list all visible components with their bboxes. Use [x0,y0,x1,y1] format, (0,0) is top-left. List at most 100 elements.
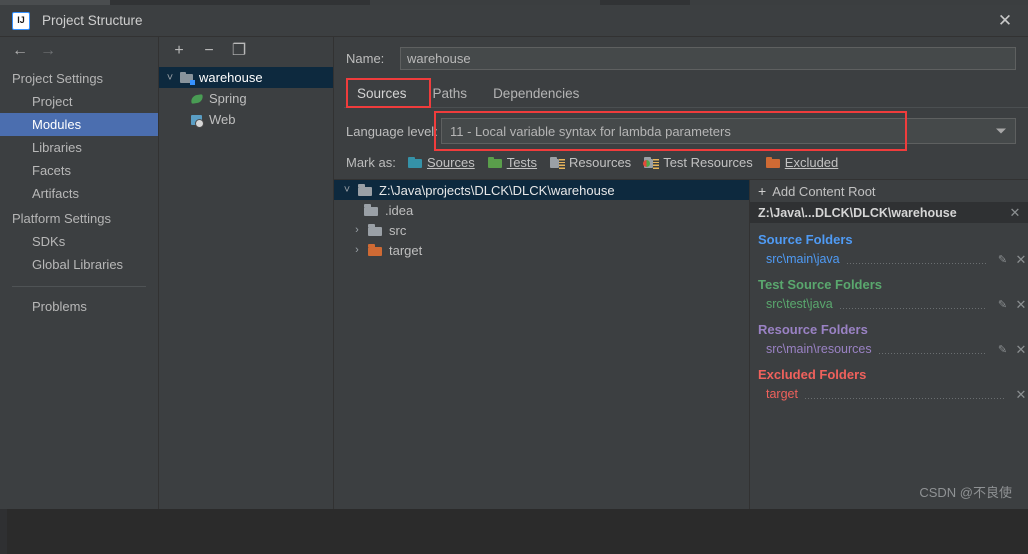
chevron-right-icon[interactable]: › [352,244,362,256]
resource-folder-item[interactable]: src\main\resources ✎ ✕ [758,340,1028,358]
remove-icon[interactable]: ✕ [1014,253,1028,266]
arrow-right-icon[interactable]: → [40,43,56,59]
mark-as-test-resources-label: Test Resources [663,155,753,170]
remove-icon[interactable]: ✕ [1014,298,1028,311]
spring-leaf-icon [190,92,204,106]
source-folder-item[interactable]: src\main\java ✎ ✕ [758,250,1028,268]
modules-tree: ˅ warehouse Spring Web [159,65,333,509]
chevron-down-icon[interactable] [996,128,1006,134]
folder-icon [368,223,383,237]
test-source-folder-item[interactable]: src\test\java ✎ ✕ [758,295,1028,313]
tab-sources[interactable]: Sources [344,82,420,107]
add-content-root-button[interactable]: + Add Content Root [750,180,1028,202]
edit-icon[interactable]: ✎ [996,298,1009,311]
chevron-right-icon[interactable]: › [352,224,362,236]
dialog-titlebar: IJ Project Structure ✕ [0,5,1028,37]
language-level-select[interactable]: 11 - Local variable syntax for lambda pa… [441,118,1016,144]
excluded-folder-path: target [766,387,798,401]
mark-as-excluded-label: Excluded [784,155,839,170]
module-name-row: Name: [334,37,1028,70]
edit-icon[interactable]: ✎ [996,343,1009,356]
module-label: warehouse [199,70,263,85]
sidebar-item-problems[interactable]: Problems [0,295,158,318]
facet-label: Web [209,112,236,127]
remove-module-icon[interactable]: − [201,43,217,59]
content-root-path: Z:\Java\...DLCK\DLCK\warehouse [758,205,957,220]
mark-as-tests-label: Tests [506,155,538,170]
sidebar-item-artifacts[interactable]: Artifacts [0,182,158,205]
module-tabs: Sources Paths Dependencies [344,78,1028,108]
module-facet-web[interactable]: Web [159,109,333,130]
tab-dependencies[interactable]: Dependencies [480,82,592,107]
dotted-leader [846,262,987,264]
sidebar-divider [12,286,146,287]
tab-paths[interactable]: Paths [420,82,481,107]
navigation-arrows: ← → [0,37,158,65]
name-label: Name: [346,51,385,66]
tree-row-src[interactable]: › src [334,220,749,240]
mark-as-excluded-button[interactable]: Excluded [765,155,839,170]
mark-as-tests-button[interactable]: Tests [487,155,538,170]
excluded-folder-icon [368,243,383,257]
resource-folder-path: src\main\resources [766,342,872,356]
module-name-input[interactable] [400,47,1016,70]
dotted-leader [804,397,1005,399]
chevron-down-icon[interactable]: ˅ [342,184,352,196]
mark-as-label: Mark as: [346,155,396,170]
project-structure-dialog: IJ Project Structure ✕ ← → Project Setti… [0,5,1028,509]
modules-toolbar: + − ❐ [159,37,333,65]
excluded-folder-item[interactable]: target ✕ [758,385,1028,403]
tree-row-target[interactable]: › target [334,240,749,260]
folder-icon [364,203,379,217]
tree-row-label: target [389,242,423,258]
add-module-icon[interactable]: + [171,43,187,59]
module-row-warehouse[interactable]: ˅ warehouse [159,67,333,88]
folder-icon [358,183,373,197]
tree-row-label: Z:\Java\projects\DLCK\DLCK\warehouse [379,182,615,198]
content-root-details-panel: + Add Content Root Z:\Java\...DLCK\DLCK\… [750,179,1028,509]
tests-folder-icon [487,156,503,170]
sidebar-item-libraries[interactable]: Libraries [0,136,158,159]
sidebar-item-facets[interactable]: Facets [0,159,158,182]
excluded-folders-title: Excluded Folders [758,367,867,382]
tree-row-label: .idea [385,202,414,218]
sidebar-item-project[interactable]: Project [0,90,158,113]
copy-module-icon[interactable]: ❐ [231,43,247,59]
sidebar-item-modules[interactable]: Modules [0,113,158,136]
language-level-value: 11 - Local variable syntax for lambda pa… [450,123,731,139]
sidebar-group-platform-settings: Platform Settings [12,211,111,226]
chevron-down-icon[interactable]: ˅ [165,72,175,84]
modules-list-panel: + − ❐ ˅ warehouse Spring Web [159,37,334,509]
language-level-label: Language level: [346,123,438,139]
mark-as-row: Mark as: Sources Tests Resources Test Re… [334,144,1028,170]
tree-row-label: src [389,222,407,238]
edit-icon[interactable]: ✎ [996,253,1009,266]
test-source-folders-title: Test Source Folders [758,277,883,292]
module-editor-panel: Name: Sources Paths Dependencies Languag… [334,37,1028,509]
group-test-source-folders: Test Source Folders src\test\java ✎ ✕ [750,268,1028,313]
tree-row-content-root[interactable]: ˅ Z:\Java\projects\DLCK\DLCK\warehouse [334,180,749,200]
sources-folder-icon [408,156,423,170]
remove-icon[interactable]: ✕ [1014,388,1028,401]
mark-as-sources-label: Sources [427,155,475,170]
module-facet-spring[interactable]: Spring [159,88,333,109]
resource-folders-title: Resource Folders [758,322,868,337]
group-source-folders: Source Folders src\main\java ✎ ✕ [750,223,1028,268]
arrow-left-icon[interactable]: ← [12,43,28,59]
mark-as-test-resources-button[interactable]: Test Resources [643,155,753,170]
sidebar-group-project-settings: Project Settings [12,71,104,86]
settings-sidebar: ← → Project Settings Project Modules Lib… [0,37,159,509]
close-icon[interactable]: ✕ [982,5,1028,36]
test-resources-folder-icon [643,156,660,170]
sidebar-item-sdks[interactable]: SDKs [0,230,158,253]
source-folder-path: src\main\java [766,252,840,266]
sidebar-item-global-libraries[interactable]: Global Libraries [0,253,158,276]
add-content-root-label: Add Content Root [772,183,876,199]
close-icon[interactable]: ✕ [1008,206,1022,219]
remove-icon[interactable]: ✕ [1014,343,1028,356]
tree-row-idea[interactable]: .idea [334,200,749,220]
mark-as-sources-button[interactable]: Sources [408,155,475,170]
test-source-folder-path: src\test\java [766,297,833,311]
mark-as-resources-button[interactable]: Resources [550,155,631,170]
content-root-header: Z:\Java\...DLCK\DLCK\warehouse ✕ [750,202,1028,223]
